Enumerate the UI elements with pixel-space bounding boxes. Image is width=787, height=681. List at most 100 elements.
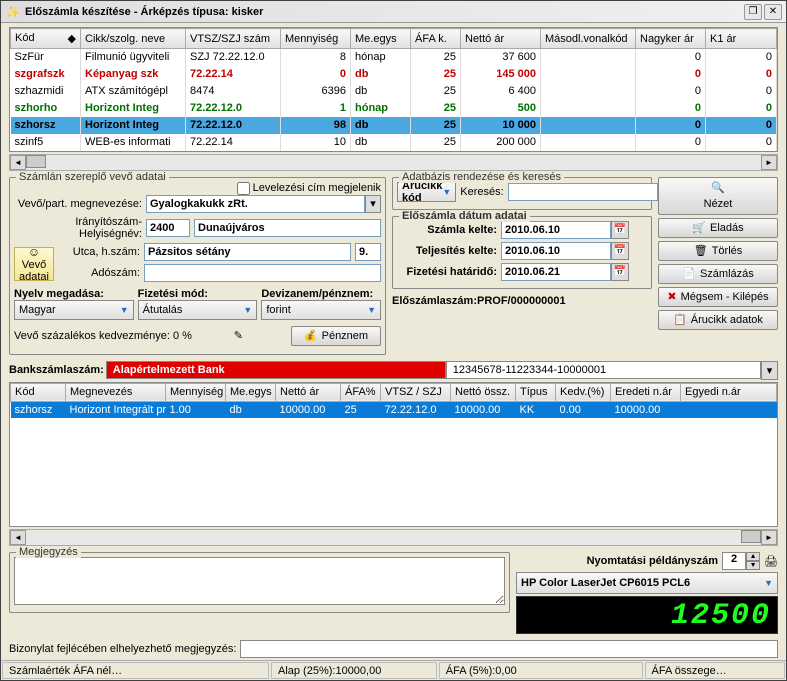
column-header[interactable]: Egyedi n.ár bbox=[681, 383, 777, 401]
calendar-icon[interactable]: 📅 bbox=[611, 242, 629, 260]
column-header[interactable]: Nettó ár bbox=[461, 29, 541, 49]
search-input[interactable] bbox=[508, 183, 658, 201]
table-row[interactable]: szhorszHorizont Integrált pr1.00db10000.… bbox=[11, 401, 777, 418]
items-grid[interactable]: Kód ◆Cikk/szolg. neveVTSZ/SZJ számMennyi… bbox=[9, 27, 778, 152]
app-icon: ✨ bbox=[5, 4, 21, 20]
table-row[interactable]: szgrafszkKépanyag szk72.22.140db25145 00… bbox=[11, 66, 777, 83]
restore-button[interactable]: ❐ bbox=[744, 4, 762, 20]
column-header[interactable]: Eredeti n.ár bbox=[611, 383, 681, 401]
db-fieldset: Adatbázis rendezése és keresés Árucikk k… bbox=[392, 177, 652, 210]
lang-dropdown[interactable]: Magyar▼ bbox=[14, 300, 134, 320]
discount-label: Vevő százalékos kedvezménye: 0 % bbox=[14, 330, 230, 342]
scroll-thumb[interactable] bbox=[26, 155, 46, 168]
grid-hscroll[interactable]: ◄ ► bbox=[9, 154, 778, 171]
lines-hscroll[interactable]: ◄ ► bbox=[9, 529, 778, 546]
printer-dropdown[interactable]: HP Color LaserJet CP6015 PCL6▼ bbox=[516, 572, 778, 594]
spinner-up-icon[interactable]: ▲ bbox=[746, 552, 760, 561]
view-icon: 🔍 bbox=[711, 181, 725, 194]
column-header[interactable]: Cikk/szolg. neve bbox=[81, 29, 186, 49]
sort-dropdown[interactable]: Árucikk kód▼ bbox=[397, 182, 456, 202]
copies-value[interactable]: 2 bbox=[722, 552, 746, 570]
column-header[interactable]: Me.egys bbox=[351, 29, 411, 49]
currency-dropdown[interactable]: forint▼ bbox=[261, 300, 381, 320]
paymode-dropdown[interactable]: Átutalás▼ bbox=[138, 300, 258, 320]
column-header[interactable]: Másodl.vonalkód bbox=[541, 29, 636, 49]
date-telj-input[interactable] bbox=[501, 242, 611, 260]
footnote-input[interactable] bbox=[240, 640, 778, 658]
tax-input[interactable] bbox=[144, 264, 381, 282]
column-header[interactable]: Mennyiség bbox=[281, 29, 351, 49]
column-header[interactable]: Megnevezés bbox=[66, 383, 166, 401]
spinner-down-icon[interactable]: ▼ bbox=[746, 561, 760, 570]
scroll-left-icon[interactable]: ◄ bbox=[10, 155, 26, 170]
copies-spinner[interactable]: 2 ▲▼ bbox=[722, 552, 760, 570]
scroll-right-icon[interactable]: ► bbox=[761, 530, 777, 545]
column-header[interactable]: ÁFA% bbox=[341, 383, 381, 401]
date-kelte-input[interactable] bbox=[501, 221, 611, 239]
scroll-thumb[interactable] bbox=[741, 530, 761, 543]
city-input[interactable] bbox=[194, 219, 381, 237]
date-hat-input[interactable] bbox=[501, 263, 611, 281]
column-header[interactable]: Me.egys bbox=[226, 383, 276, 401]
date-kelte-label: Számla kelte: bbox=[397, 224, 497, 236]
mail-checkbox-label: Levelezési cím megjelenik bbox=[253, 182, 381, 194]
column-header[interactable]: Kedv.(%) bbox=[556, 383, 611, 401]
copies-label: Nyomtatási példányszám bbox=[587, 555, 718, 567]
money-icon: 💰 bbox=[304, 329, 318, 342]
table-row[interactable]: szhorszHorizont Integ72.22.12.098db2510 … bbox=[11, 117, 777, 134]
table-row[interactable]: szhorhoHorizont Integ72.22.12.01hónap255… bbox=[11, 100, 777, 117]
column-header[interactable]: Kód bbox=[11, 383, 66, 401]
sell-button[interactable]: 🛒Eladás bbox=[658, 218, 778, 238]
bank-account: 12345678-11223344-10000001 bbox=[446, 361, 761, 379]
lines-grid[interactable]: KódMegnevezésMennyiségMe.egysNettó árÁFA… bbox=[9, 382, 778, 528]
paymode-label: Fizetési mód: bbox=[138, 288, 258, 300]
buyer-name-dropdown[interactable]: ▾ bbox=[365, 195, 381, 213]
calendar-icon[interactable]: 📅 bbox=[611, 221, 629, 239]
print-icon[interactable]: 🖨 bbox=[764, 555, 778, 568]
table-row[interactable]: szhazmidiATX számítógépl84746396db256 40… bbox=[11, 83, 777, 100]
table-row[interactable]: SzFürFilmunió ügyviteliSZJ 72.22.12.08hó… bbox=[11, 49, 777, 66]
zip-input[interactable] bbox=[146, 219, 190, 237]
note-textarea[interactable] bbox=[14, 557, 505, 605]
column-header[interactable]: K1 ár bbox=[706, 29, 777, 49]
table-row[interactable]: szinf5WEB-es informati72.22.1410db25200 … bbox=[11, 134, 777, 151]
scroll-right-icon[interactable]: ► bbox=[761, 155, 777, 170]
view-button[interactable]: 🔍Nézet bbox=[658, 177, 778, 215]
house-input[interactable] bbox=[355, 243, 381, 261]
item-icon: 📋 bbox=[673, 313, 687, 326]
status-bar: Számlaérték ÁFA nél… Alap (25%):10000,00… bbox=[1, 660, 786, 680]
mail-checkbox[interactable] bbox=[237, 182, 250, 195]
trash-icon: 🗑 bbox=[694, 244, 708, 257]
status-cell-1: Számlaérték ÁFA nél… bbox=[2, 662, 269, 679]
street-label: Utca, h.szám: bbox=[58, 246, 140, 258]
buyer-data-button[interactable]: ☺ Vevő adatai bbox=[14, 247, 54, 281]
column-header[interactable]: ÁFA k. bbox=[411, 29, 461, 49]
column-header[interactable]: Nagyker ár bbox=[636, 29, 706, 49]
column-header[interactable]: Kód ◆ bbox=[11, 29, 81, 49]
lang-label: Nyelv megadása: bbox=[14, 288, 134, 300]
close-button[interactable]: ✕ bbox=[764, 4, 782, 20]
footnote-label: Bizonylat fejlécében elhelyezhető megjeg… bbox=[9, 643, 236, 655]
tax-label: Adószám: bbox=[58, 267, 140, 279]
column-header[interactable]: Nettó ár bbox=[276, 383, 341, 401]
delete-button[interactable]: 🗑Törlés bbox=[658, 241, 778, 261]
buyer-name-input[interactable] bbox=[146, 195, 365, 213]
currency-label: Devizanem/pénznem: bbox=[261, 288, 381, 300]
dates-fieldset: Előszámla dátum adatai Számla kelte: 📅 T… bbox=[392, 216, 652, 289]
column-header[interactable]: VTSZ/SZJ szám bbox=[186, 29, 281, 49]
column-header[interactable]: Nettó össz. bbox=[451, 383, 516, 401]
street-input[interactable] bbox=[144, 243, 351, 261]
currency-button[interactable]: 💰Pénznem bbox=[291, 326, 381, 346]
column-header[interactable]: VTSZ / SZJ bbox=[381, 383, 451, 401]
cancel-exit-button[interactable]: ✖Mégsem - Kilépés bbox=[658, 287, 778, 307]
bank-dropdown[interactable]: ▾ bbox=[761, 361, 778, 380]
scroll-left-icon[interactable]: ◄ bbox=[10, 530, 26, 545]
invoice-button[interactable]: 📄Számlázás bbox=[658, 264, 778, 284]
discount-edit-icon[interactable]: ✎ bbox=[234, 329, 243, 342]
column-header[interactable]: Típus bbox=[516, 383, 556, 401]
buyer-name-label: Vevő/part. megnevezése: bbox=[14, 198, 142, 210]
calendar-icon[interactable]: 📅 bbox=[611, 263, 629, 281]
item-data-button[interactable]: 📋Árucikk adatok bbox=[658, 310, 778, 330]
column-header[interactable]: Mennyiség bbox=[166, 383, 226, 401]
buyer-legend: Számlán szereplő vevő adatai bbox=[16, 171, 169, 183]
